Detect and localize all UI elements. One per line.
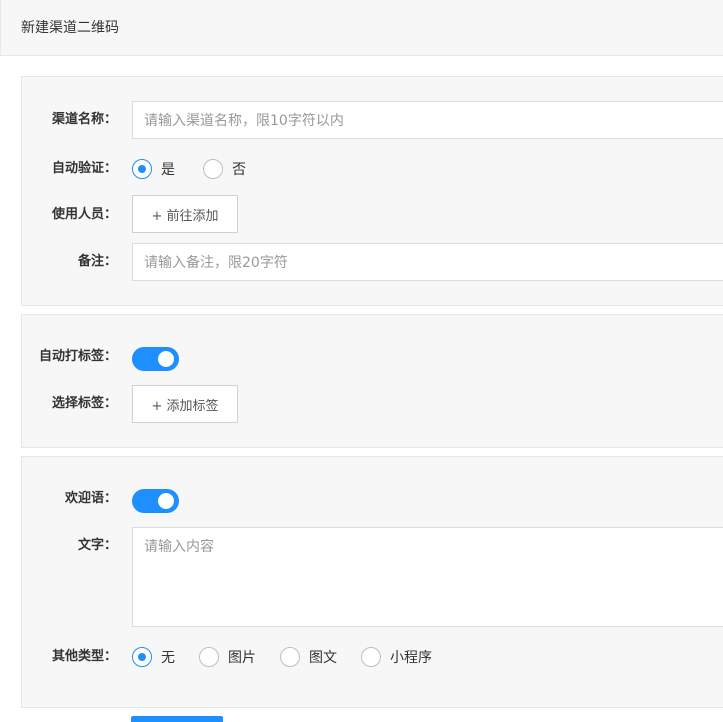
channel-name-input[interactable]: 请输入渠道名称，限10字符以内 <box>132 101 723 139</box>
radio-unchecked-icon[interactable] <box>203 159 223 179</box>
remark-label: 备注： <box>77 254 117 269</box>
tags-panel: 自动打标签： 选择标签： + 添加标签 <box>21 314 723 448</box>
welcome-toggle[interactable] <box>132 489 179 513</box>
add-users-button[interactable]: + 前往添加 <box>132 195 238 233</box>
auto-verify-no-label: 否 <box>232 162 246 178</box>
welcome-text-placeholder: 请输入内容 <box>144 539 214 555</box>
other-type-image-label: 图片 <box>228 650 256 666</box>
other-type-option-miniprogram[interactable]: 小程序 <box>361 647 432 667</box>
other-type-radio-group: 无 图片 图文 小程序 <box>132 647 454 667</box>
radio-checked-icon[interactable] <box>132 159 152 179</box>
other-type-label: 其他类型： <box>51 649 117 664</box>
add-tags-button[interactable]: + 添加标签 <box>132 385 238 423</box>
text-label: 文字： <box>77 538 117 553</box>
other-type-option-image[interactable]: 图片 <box>199 647 256 667</box>
auto-verify-label: 自动验证： <box>51 161 117 176</box>
channel-name-placeholder: 请输入渠道名称，限10字符以内 <box>144 113 344 129</box>
page-header: 新建渠道二维码 <box>0 0 723 56</box>
remark-placeholder: 请输入备注，限20字符 <box>144 255 288 271</box>
welcome-text-area[interactable]: 请输入内容 <box>132 527 723 627</box>
channel-name-label: 渠道名称： <box>51 112 117 127</box>
radio-unchecked-icon[interactable] <box>361 647 381 667</box>
welcome-panel: 欢迎语： 文字： 请输入内容 其他类型： 无 图片 图文 小程序 <box>21 456 723 708</box>
auto-verify-yes-label: 是 <box>161 162 175 178</box>
auto-verify-option-no[interactable]: 否 <box>203 159 246 179</box>
radio-unchecked-icon[interactable] <box>280 647 300 667</box>
submit-button[interactable] <box>131 716 223 722</box>
remark-input[interactable]: 请输入备注，限20字符 <box>132 243 723 281</box>
other-type-article-label: 图文 <box>309 650 337 666</box>
other-type-miniprogram-label: 小程序 <box>390 650 432 666</box>
other-type-none-label: 无 <box>161 650 175 666</box>
channel-info-panel: 渠道名称： 请输入渠道名称，限10字符以内 自动验证： 是 否 使用人员： + … <box>21 76 723 306</box>
auto-verify-radio-group: 是 否 <box>132 159 268 179</box>
auto-verify-option-yes[interactable]: 是 <box>132 159 175 179</box>
auto-tag-label: 自动打标签： <box>38 349 117 364</box>
radio-unchecked-icon[interactable] <box>199 647 219 667</box>
users-label: 使用人员： <box>51 207 117 222</box>
auto-tag-toggle[interactable] <box>132 347 179 371</box>
welcome-label: 欢迎语： <box>64 491 117 506</box>
select-tags-label: 选择标签： <box>51 396 117 411</box>
radio-checked-icon[interactable] <box>132 647 152 667</box>
other-type-option-none[interactable]: 无 <box>132 647 175 667</box>
page-title: 新建渠道二维码 <box>21 20 119 36</box>
other-type-option-article[interactable]: 图文 <box>280 647 337 667</box>
